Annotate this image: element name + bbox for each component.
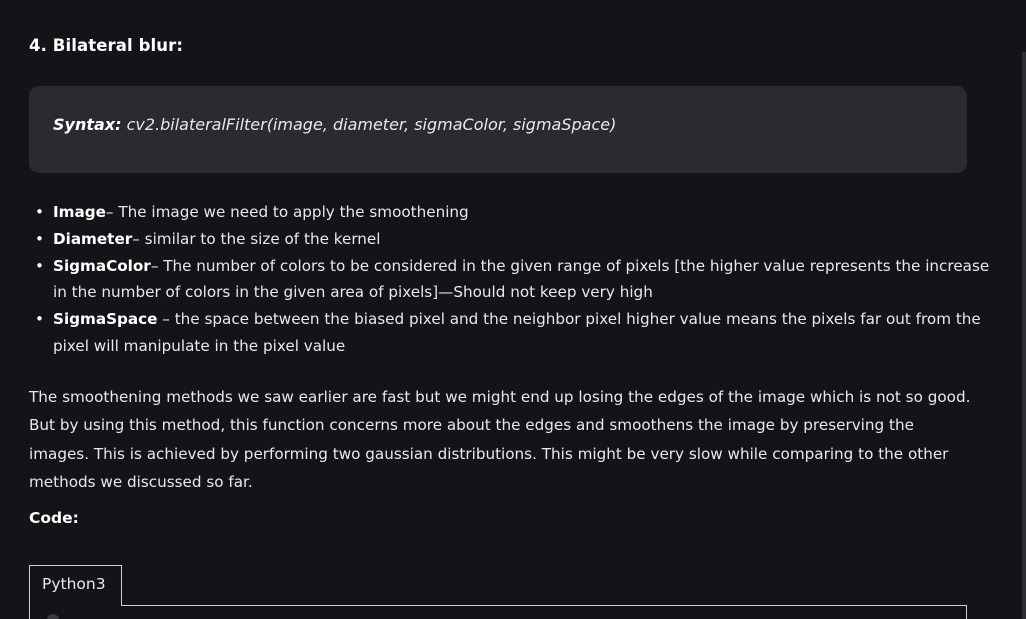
param-name: SigmaSpace [53, 310, 158, 329]
param-name: Image [53, 203, 106, 221]
article-page: 4. Bilateral blur: Syntax: cv2.bilateral… [0, 0, 1026, 619]
param-description: – The number of colors to be considered … [53, 256, 990, 302]
param-name: SigmaColor [53, 256, 151, 275]
param-description: – the space between the biased pixel and… [53, 310, 981, 355]
run-icon[interactable] [47, 614, 59, 619]
param-name: Diameter [53, 229, 133, 248]
syntax-label: Syntax: [53, 115, 122, 134]
list-item-sigmacolor: • SigmaColor– The number of colors to be … [35, 253, 993, 307]
list-item-sigmaspace: • SigmaSpace – the space between the bias… [35, 306, 993, 360]
param-description: – similar to the size of the kernel [132, 229, 381, 248]
body-paragraph: The smoothening methods we saw earlier a… [29, 388, 971, 491]
section-heading: 4. Bilateral blur: [29, 36, 184, 55]
bullet-icon: • [35, 256, 44, 275]
parameter-list: • Image– The image we need to apply the s… [29, 199, 993, 360]
list-item-image: • Image– The image we need to apply the s… [35, 199, 993, 226]
param-description: – The image we need to apply the smoothe… [105, 203, 469, 221]
tab-python3[interactable]: Python3 [29, 565, 122, 607]
code-label: Code: [29, 509, 79, 527]
code-panel [29, 605, 967, 619]
list-item-diameter: • Diameter– similar to the size of the ke… [35, 226, 993, 253]
bullet-icon: • [35, 229, 44, 248]
scrollbar[interactable] [1022, 52, 1026, 619]
syntax-signature: cv2.bilateralFilter(image, diameter, sig… [121, 115, 617, 134]
syntax-box: Syntax: cv2.bilateralFilter(image, diame… [29, 86, 967, 173]
bullet-icon: • [35, 310, 44, 329]
bullet-icon: • [35, 203, 44, 221]
